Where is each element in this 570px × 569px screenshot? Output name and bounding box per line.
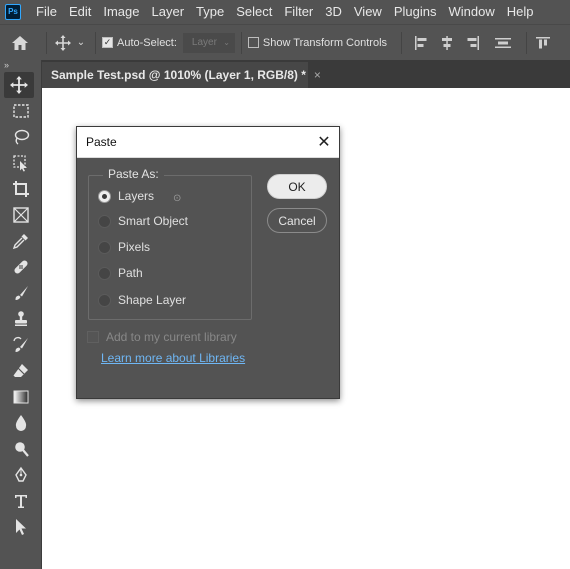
options-bar: ⌄ ✓ Auto-Select: Layer ⌄ Show Transform … — [0, 24, 570, 60]
menu-window[interactable]: Window — [442, 0, 500, 24]
dodge-tool-icon[interactable] — [0, 436, 42, 462]
tools-panel: » — [0, 60, 42, 569]
auto-select-target-value: Layer — [191, 37, 217, 48]
blur-tool-icon[interactable] — [0, 410, 42, 436]
separator — [401, 31, 403, 54]
menu-plugins[interactable]: Plugins — [388, 0, 443, 24]
add-to-library-checkbox — [87, 331, 99, 343]
radio-smart-object-label: Smart Object — [118, 214, 189, 228]
photoshop-logo-icon[interactable]: Ps — [5, 4, 21, 20]
history-brush-tool-icon[interactable] — [0, 332, 42, 358]
paste-as-smart-object-option[interactable]: Smart Object — [98, 214, 188, 228]
paste-as-label: Paste As: — [103, 167, 164, 181]
auto-select-checkbox[interactable]: ✓ — [102, 37, 113, 48]
paste-as-layers-option[interactable]: Layers — [98, 189, 154, 203]
radio-shape-layer-label: Shape Layer — [118, 293, 187, 307]
menu-help[interactable]: Help — [501, 0, 540, 24]
menu-bar: Ps File Edit Image Layer Type Select Fil… — [0, 0, 570, 24]
align-right-edges-icon[interactable] — [460, 35, 486, 50]
menu-file[interactable]: File — [30, 0, 63, 24]
clone-stamp-tool-icon[interactable] — [0, 306, 42, 332]
separator — [46, 31, 47, 54]
distribute-icon[interactable] — [486, 36, 520, 50]
object-select-tool-icon[interactable] — [0, 150, 42, 176]
show-transform-controls-label: Show Transform Controls — [262, 36, 388, 49]
menu-layer[interactable]: Layer — [146, 0, 191, 24]
menu-select[interactable]: Select — [230, 0, 278, 24]
move-tool-icon[interactable] — [53, 34, 73, 51]
radio-pixels[interactable] — [98, 240, 111, 254]
align-horizontal-centers-icon[interactable] — [434, 35, 460, 50]
document-tab-title: Sample Test.psd @ 1010% (Layer 1, RGB/8)… — [51, 68, 306, 82]
gradient-tool-icon[interactable] — [0, 384, 42, 410]
radio-path-label: Path — [118, 266, 143, 280]
crop-tool-icon[interactable] — [0, 176, 42, 202]
chevron-down-icon[interactable]: ⌄ — [73, 37, 89, 48]
eyedropper-tool-icon[interactable] — [0, 228, 42, 254]
radio-layers[interactable] — [98, 189, 111, 203]
align-left-edges-icon[interactable] — [408, 35, 434, 50]
move-tool-icon[interactable] — [4, 72, 34, 98]
add-to-library-option: Add to my current library — [87, 330, 237, 344]
chevron-down-icon: ⌄ — [223, 38, 230, 47]
eraser-tool-icon[interactable] — [0, 358, 42, 384]
separator — [526, 31, 528, 54]
radio-path[interactable] — [98, 266, 111, 280]
paste-as-shape-layer-option[interactable]: Shape Layer — [98, 293, 186, 307]
healing-brush-tool-icon[interactable] — [0, 254, 42, 280]
close-tab-icon[interactable]: × — [314, 68, 321, 82]
paste-as-path-option[interactable]: Path — [98, 266, 143, 280]
radio-pixels-label: Pixels — [118, 240, 151, 254]
menu-view[interactable]: View — [348, 0, 388, 24]
add-to-library-label: Add to my current library — [106, 330, 237, 344]
ok-button[interactable]: OK — [267, 174, 327, 199]
cancel-button[interactable]: Cancel — [267, 208, 327, 233]
wait-cursor-icon: ⊙ — [173, 193, 182, 204]
document-tab-bar: Sample Test.psd @ 1010% (Layer 1, RGB/8)… — [42, 60, 570, 88]
align-top-edges-icon[interactable] — [533, 36, 553, 50]
radio-smart-object[interactable] — [98, 214, 111, 228]
collapse-panel-icon[interactable]: » — [0, 60, 41, 72]
auto-select-label: Auto-Select: — [117, 36, 177, 49]
home-icon[interactable] — [0, 25, 40, 61]
dialog-title: Paste — [86, 135, 117, 149]
paste-as-pixels-option[interactable]: Pixels — [98, 240, 150, 254]
separator — [95, 31, 96, 54]
radio-layers-label: Layers — [118, 189, 155, 203]
learn-more-libraries-link[interactable]: Learn more about Libraries — [101, 351, 245, 365]
dialog-titlebar[interactable]: Paste ✕ — [77, 127, 339, 158]
lasso-tool-icon[interactable] — [0, 124, 42, 150]
path-selection-tool-icon[interactable] — [0, 514, 42, 540]
menu-image[interactable]: Image — [97, 0, 145, 24]
show-transform-controls-checkbox[interactable] — [247, 37, 259, 48]
menu-filter[interactable]: Filter — [278, 0, 319, 24]
document-tab[interactable]: Sample Test.psd @ 1010% (Layer 1, RGB/8)… — [42, 62, 321, 88]
paste-dialog: Paste ✕ Paste As: Layers ⊙ Smart Object … — [76, 126, 340, 399]
separator — [240, 31, 242, 54]
pen-tool-icon[interactable] — [0, 462, 42, 488]
frame-tool-icon[interactable] — [0, 202, 42, 228]
menu-type[interactable]: Type — [190, 0, 230, 24]
close-icon[interactable]: ✕ — [309, 127, 339, 157]
radio-shape-layer[interactable] — [98, 293, 111, 307]
type-tool-icon[interactable] — [0, 488, 42, 514]
menu-3d[interactable]: 3D — [319, 0, 348, 24]
brush-tool-icon[interactable] — [0, 280, 42, 306]
marquee-tool-icon[interactable] — [0, 98, 42, 124]
auto-select-target-dropdown[interactable]: Layer ⌄ — [182, 32, 235, 53]
menu-edit[interactable]: Edit — [63, 0, 97, 24]
